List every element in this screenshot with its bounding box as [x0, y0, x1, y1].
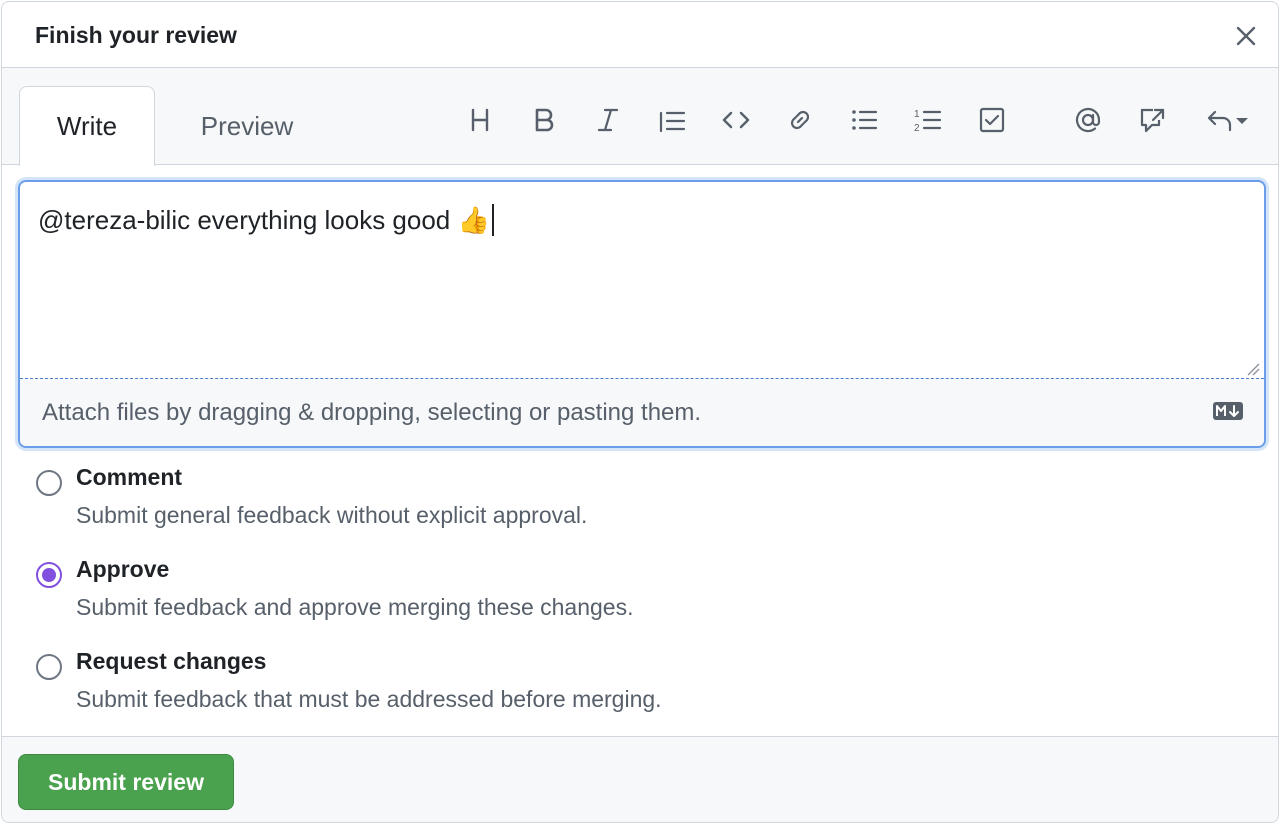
review-dialog: Finish your review Write Preview 1 2 @te…: [1, 1, 1279, 823]
dialog-title: Finish your review: [35, 22, 237, 48]
code-icon: [722, 111, 750, 129]
approve-radio[interactable]: [36, 562, 62, 588]
code-button[interactable]: [714, 98, 758, 142]
option-description: Submit feedback and approve merging thes…: [76, 594, 634, 620]
mention-button[interactable]: [1066, 98, 1110, 142]
request-changes-radio[interactable]: [36, 654, 62, 680]
comment-editor[interactable]: @tereza-bilic everything looks good 👍 At…: [18, 180, 1266, 448]
option-request-changes[interactable]: Request changes Submit feedback that mus…: [36, 648, 1036, 728]
option-approve[interactable]: Approve Submit feedback and approve merg…: [36, 556, 1036, 636]
resize-handle-icon[interactable]: [1246, 362, 1260, 376]
tab-preview[interactable]: Preview: [172, 86, 322, 166]
markdown-icon[interactable]: [1212, 401, 1244, 421]
option-description: Submit general feedback without explicit…: [76, 502, 588, 528]
link-button[interactable]: [778, 98, 822, 142]
unordered-list-icon: [852, 110, 878, 130]
comment-textarea[interactable]: @tereza-bilic everything looks good 👍: [38, 204, 494, 236]
close-icon: [1236, 26, 1256, 46]
option-title: Comment: [76, 464, 183, 490]
option-comment[interactable]: Comment Submit general feedback without …: [36, 464, 1036, 544]
text-cursor: [491, 204, 494, 236]
reply-icon: [1207, 110, 1232, 132]
ordered-list-icon: 1 2: [914, 109, 942, 134]
editor-tabbar: Write Preview 1 2: [2, 68, 1278, 166]
close-button[interactable]: [1230, 20, 1262, 52]
attach-files-text: Attach files by dragging & dropping, sel…: [42, 399, 702, 426]
quote-icon: [659, 111, 686, 133]
submit-review-button[interactable]: Submit review: [18, 754, 234, 810]
comment-text: @tereza-bilic everything looks good 👍: [38, 204, 490, 235]
italic-button[interactable]: [586, 98, 630, 142]
heading-button[interactable]: [458, 98, 502, 142]
dialog-header: Finish your review: [2, 2, 1278, 68]
bold-button[interactable]: [522, 98, 566, 142]
bold-icon: [535, 108, 554, 132]
cross-reference-button[interactable]: [1130, 98, 1174, 142]
comment-radio[interactable]: [36, 470, 62, 496]
cross-reference-icon: [1140, 108, 1165, 133]
heading-icon: [471, 108, 489, 132]
quote-button[interactable]: [650, 98, 694, 142]
option-title: Request changes: [76, 648, 267, 674]
attach-files-bar[interactable]: Attach files by dragging & dropping, sel…: [20, 378, 1264, 446]
svg-text:2: 2: [914, 123, 920, 134]
svg-text:1: 1: [914, 109, 920, 120]
caret-down-icon: [1236, 118, 1248, 124]
tab-write[interactable]: Write: [19, 86, 155, 166]
italic-icon: [597, 108, 619, 132]
task-list-icon: [979, 107, 1005, 133]
dialog-footer: Submit review: [2, 736, 1278, 822]
ordered-list-button[interactable]: 1 2: [906, 98, 950, 142]
task-list-button[interactable]: [970, 98, 1014, 142]
unordered-list-button[interactable]: [842, 98, 886, 142]
option-title: Approve: [76, 556, 170, 582]
option-description: Submit feedback that must be addressed b…: [76, 686, 662, 712]
link-icon: [790, 110, 810, 130]
reply-button[interactable]: [1196, 98, 1258, 142]
mention-icon: [1075, 107, 1101, 133]
